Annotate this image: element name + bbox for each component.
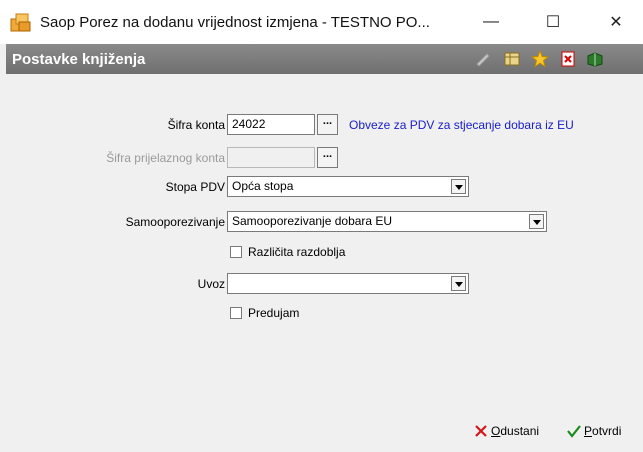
section-title: Postavke knjiženja <box>12 51 146 68</box>
app-icon <box>10 13 31 32</box>
dropdown-arrow-icon[interactable] <box>451 276 466 291</box>
delete-icon[interactable] <box>559 50 577 68</box>
different-periods-checkbox[interactable] <box>230 246 242 258</box>
dropdown-arrow-icon[interactable] <box>451 179 466 194</box>
minimize-button[interactable]: — <box>468 0 514 44</box>
book-icon[interactable] <box>586 50 604 68</box>
confirm-button[interactable]: Potvrdi <box>567 424 621 438</box>
vat-rate-select[interactable]: Opća stopa <box>227 176 469 197</box>
pencil-icon[interactable] <box>474 50 492 68</box>
maximize-button[interactable]: ☐ <box>530 0 576 44</box>
posting-settings-form: Šifra konta 24022 ... Obveze za PDV za s… <box>6 74 643 396</box>
import-select[interactable] <box>227 273 469 294</box>
cancel-x-icon <box>475 425 487 437</box>
self-taxation-value: Samooporezivanje dobara EU <box>232 214 393 228</box>
account-code-input[interactable]: 24022 <box>227 114 315 135</box>
advance-payment-checkbox[interactable] <box>230 307 242 319</box>
self-taxation-label: Samooporezivanje <box>125 215 225 229</box>
advance-payment-label: Predujam <box>248 306 300 320</box>
star-icon[interactable] <box>531 50 549 68</box>
account-code-label: Šifra konta <box>167 118 225 132</box>
account-description: Obveze za PDV za stjecanje dobara iz EU <box>349 118 574 132</box>
advance-payment-row[interactable]: Predujam <box>230 306 299 320</box>
different-periods-row[interactable]: Različita razdoblja <box>230 245 345 259</box>
transit-account-input <box>227 147 315 168</box>
account-code-lookup-button[interactable]: ... <box>317 114 338 135</box>
window-title: Saop Porez na dodanu vrijednost izmjena … <box>40 14 430 31</box>
cancel-label: Odustani <box>491 424 540 438</box>
dialog-footer: Odustani Potvrdi <box>6 396 643 452</box>
close-button[interactable]: ✕ <box>593 0 639 44</box>
vat-rate-label: Stopa PDV <box>165 180 225 194</box>
section-header: Postavke knjiženja <box>6 44 643 74</box>
transit-account-label: Šifra prijelaznog konta <box>106 151 225 165</box>
window-titlebar: Saop Porez na dodanu vrijednost izmjena … <box>0 0 643 44</box>
dropdown-arrow-icon[interactable] <box>529 214 544 229</box>
transit-account-lookup-button[interactable]: ... <box>317 147 338 168</box>
self-taxation-select[interactable]: Samooporezivanje dobara EU <box>227 211 547 232</box>
checkmark-icon <box>567 425 581 438</box>
columns-icon[interactable] <box>503 50 521 68</box>
cancel-button[interactable]: Odustani <box>474 424 539 438</box>
vat-rate-value: Opća stopa <box>232 179 294 193</box>
import-label: Uvoz <box>197 277 225 291</box>
confirm-label: Potvrdi <box>584 424 622 438</box>
different-periods-label: Različita razdoblja <box>248 245 346 259</box>
